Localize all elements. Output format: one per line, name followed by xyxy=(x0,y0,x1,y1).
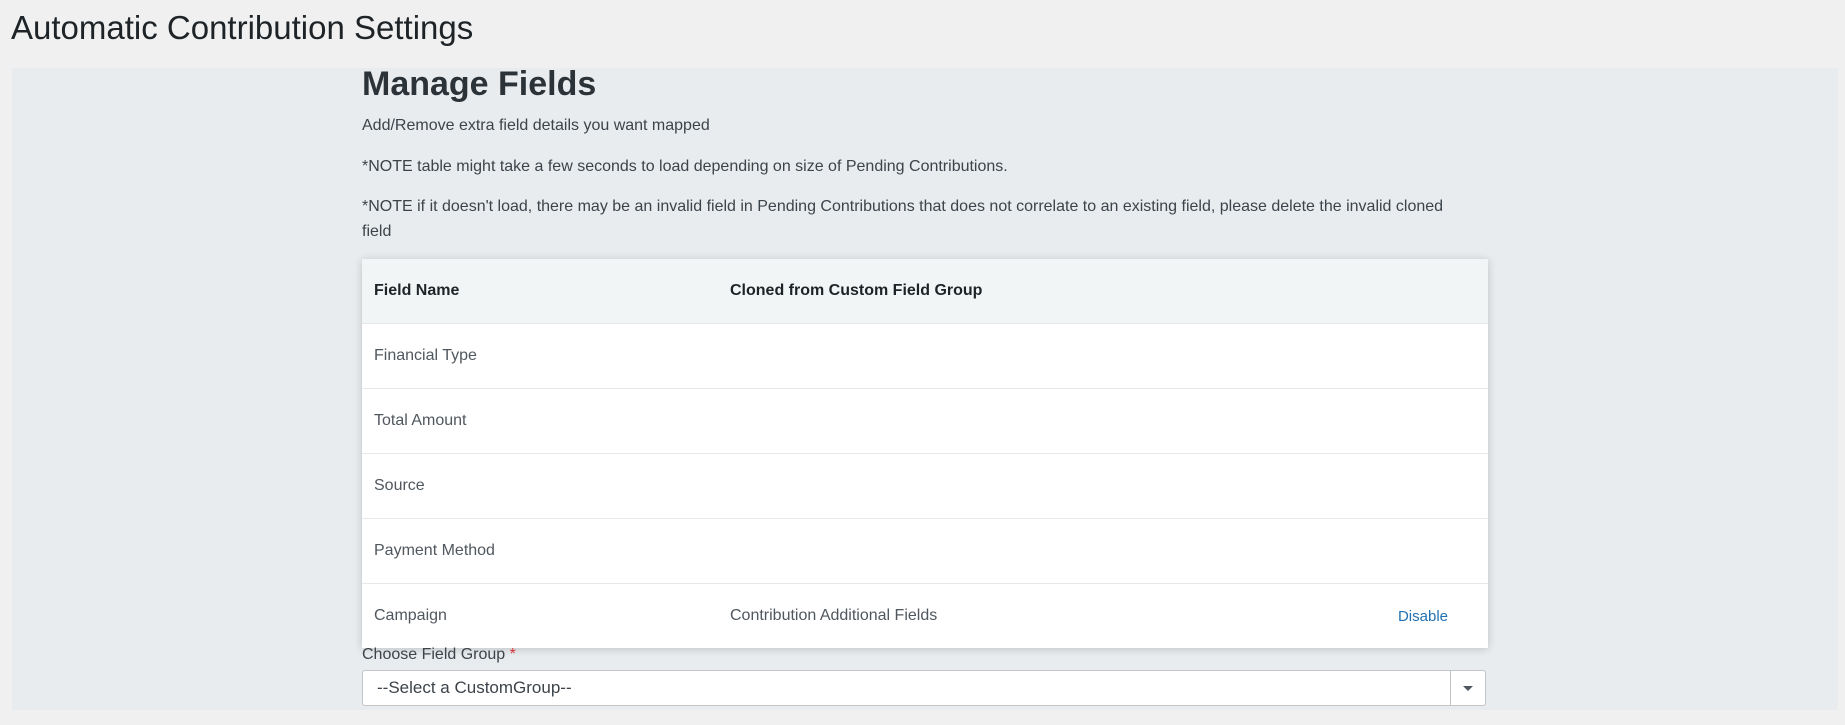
disable-link[interactable]: Disable xyxy=(1398,608,1448,625)
field-name-cell: Source xyxy=(374,477,425,494)
chevron-down-icon[interactable] xyxy=(1450,671,1485,705)
field-name-cell: Campaign xyxy=(374,607,447,624)
field-group-label-text: Choose Field Group xyxy=(362,646,506,663)
field-name-cell: Total Amount xyxy=(374,412,467,429)
field-name-cell: Financial Type xyxy=(374,347,477,364)
table-row: Total Amount xyxy=(362,388,1488,453)
table-row: Campaign Contribution Additional Fields … xyxy=(362,583,1488,648)
table-row: Payment Method xyxy=(362,518,1488,583)
table-row: Source xyxy=(362,453,1488,518)
settings-panel: Manage Fields Add/Remove extra field det… xyxy=(12,65,1838,710)
field-group-select[interactable]: --Select a CustomGroup-- xyxy=(362,670,1486,706)
field-group-label: Choose Field Group * xyxy=(362,646,516,664)
table-header-row: Field Name Cloned from Custom Field Grou… xyxy=(362,259,1488,323)
field-group-selected-value: --Select a CustomGroup-- xyxy=(377,678,572,697)
header-cloned-from: Cloned from Custom Field Group xyxy=(730,282,983,299)
note-load-time: *NOTE table might take a few seconds to … xyxy=(362,158,1008,175)
section-title: Manage Fields xyxy=(362,65,597,103)
required-marker: * xyxy=(509,646,516,663)
fields-table: Field Name Cloned from Custom Field Grou… xyxy=(362,259,1488,648)
note-invalid-field: *NOTE if it doesn't load, there may be a… xyxy=(362,198,1444,240)
description-text: Add/Remove extra field details you want … xyxy=(362,117,710,134)
cloned-from-cell: Contribution Additional Fields xyxy=(730,607,938,624)
header-field-name: Field Name xyxy=(374,282,460,299)
table-row: Financial Type xyxy=(362,323,1488,388)
field-name-cell: Payment Method xyxy=(374,542,495,559)
page-title: Automatic Contribution Settings xyxy=(11,9,474,46)
